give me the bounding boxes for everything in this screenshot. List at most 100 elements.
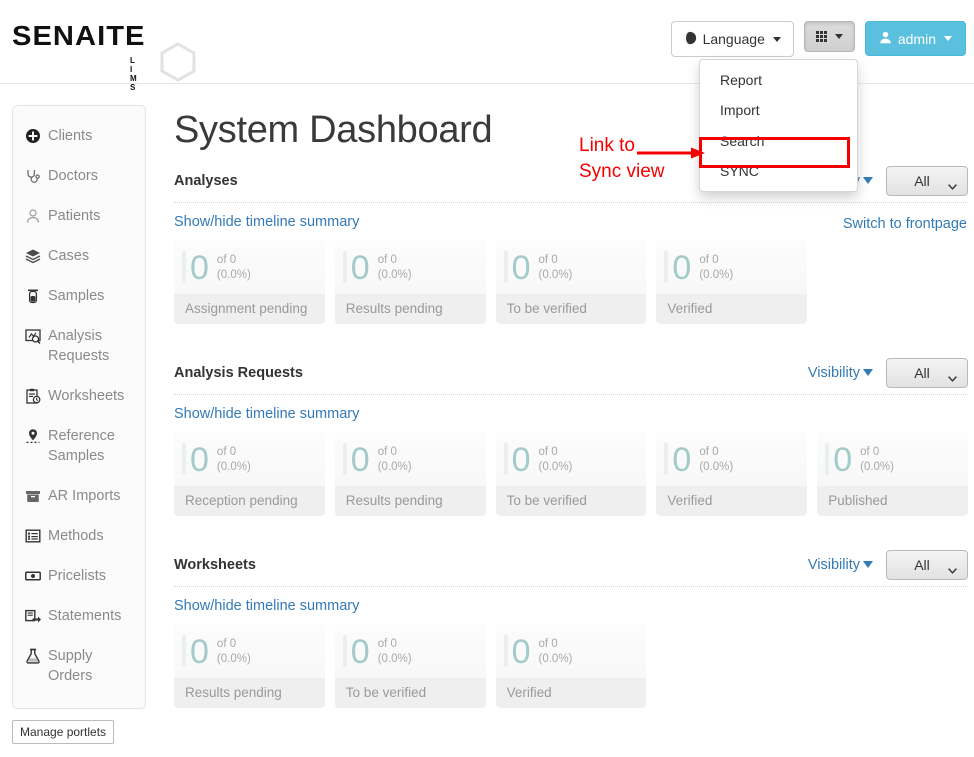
section-header: Worksheets Visibility All [174, 550, 968, 586]
period-filter-wrap: All [886, 358, 968, 388]
stat-card-of: of 0 [539, 445, 573, 460]
period-filter-select[interactable]: All [886, 166, 968, 196]
cards-row-spacer [817, 624, 968, 708]
sidebar-item-label: Samples [48, 286, 104, 306]
stat-card-body: 0 of 0 (0.0%) [174, 432, 325, 486]
sidebar-item-ar-imports[interactable]: AR Imports [13, 476, 145, 516]
menu-item-import[interactable]: Import [700, 95, 857, 125]
stat-card[interactable]: 0 of 0 (0.0%) To be verified [335, 624, 486, 708]
sidebar-item-label: Supply Orders [48, 646, 137, 686]
user-menu-button[interactable]: admin [865, 21, 966, 56]
stat-card[interactable]: 0 of 0 (0.0%) Results pending [335, 240, 486, 324]
sidebar-item-clients[interactable]: Clients [13, 116, 145, 156]
visibility-toggle[interactable]: Visibility [808, 365, 873, 381]
stat-card[interactable]: 0 of 0 (0.0%) Results pending [335, 432, 486, 516]
invoice-arrow-icon [25, 608, 41, 624]
stat-card-percent: (0.0%) [539, 268, 573, 283]
switch-to-frontpage-link[interactable]: Switch to frontpage [843, 216, 967, 232]
user-icon [25, 208, 41, 224]
stat-card-sub: of 0 (0.0%) [217, 637, 251, 667]
sidebar-item-samples[interactable]: Samples [13, 276, 145, 316]
stat-card-percent: (0.0%) [539, 652, 573, 667]
sidebar-item-pricelists[interactable]: Pricelists [13, 556, 145, 596]
stat-card-number: 0 [190, 251, 209, 285]
hexagon-icon [160, 42, 196, 82]
timeline-summary-link[interactable]: Show/hide timeline summary [174, 406, 359, 422]
period-filter-wrap: All [886, 166, 968, 196]
sidebar-item-patients[interactable]: Patients [13, 196, 145, 236]
sidebar-item-statements[interactable]: Statements [13, 596, 145, 636]
layers-icon [25, 248, 41, 264]
sidebar-item-worksheets[interactable]: Worksheets [13, 376, 145, 416]
period-filter-select[interactable]: All [886, 550, 968, 580]
stat-card-body: 0 of 0 (0.0%) [335, 240, 486, 294]
stat-card-label: Verified [656, 486, 807, 516]
stat-card[interactable]: 0 of 0 (0.0%) To be verified [496, 240, 647, 324]
sidebar-item-analysis-requests[interactable]: Analysis Requests [13, 316, 145, 376]
stat-card[interactable]: 0 of 0 (0.0%) Assignment pending [174, 240, 325, 324]
section-worksheets: Worksheets Visibility All [174, 550, 968, 708]
menu-item-sync[interactable]: SYNC [700, 156, 857, 186]
sidebar-item-cases[interactable]: Cases [13, 236, 145, 276]
stat-card[interactable]: 0 of 0 (0.0%) To be verified [496, 432, 647, 516]
user-icon [879, 31, 892, 46]
stat-card-percent: (0.0%) [378, 268, 412, 283]
stat-card-of: of 0 [699, 253, 733, 268]
stat-card-body: 0 of 0 (0.0%) [174, 624, 325, 678]
section-title: Analyses [174, 173, 238, 189]
stat-card[interactable]: 0 of 0 (0.0%) Results pending [174, 624, 325, 708]
annotation-label: Link to Sync view [579, 133, 665, 185]
navigation-portlet: Clients Doctors Patients Cases [12, 105, 146, 709]
stat-card[interactable]: 0 of 0 (0.0%) Published [817, 432, 968, 516]
stat-card-body: 0 of 0 (0.0%) [174, 240, 325, 294]
stat-card[interactable]: 0 of 0 (0.0%) Verified [656, 240, 807, 324]
visibility-label: Visibility [808, 557, 860, 573]
section-divider [174, 202, 968, 203]
stat-card-body: 0 of 0 (0.0%) [335, 432, 486, 486]
sidebar-item-doctors[interactable]: Doctors [13, 156, 145, 196]
section-analysis-requests: Analysis Requests Visibility All [174, 358, 968, 516]
period-filter-select[interactable]: All [886, 358, 968, 388]
stat-card[interactable]: 0 of 0 (0.0%) Verified [656, 432, 807, 516]
timeline-summary-link[interactable]: Show/hide timeline summary [174, 598, 359, 614]
sidebar-item-label: Worksheets [48, 386, 124, 406]
map-pin-icon [25, 428, 41, 444]
menu-item-search[interactable]: Search [700, 126, 857, 156]
stat-card-label: To be verified [335, 678, 486, 708]
stat-card-body: 0 of 0 (0.0%) [817, 432, 968, 486]
stat-card[interactable]: 0 of 0 (0.0%) Verified [496, 624, 647, 708]
apps-menu-button[interactable] [804, 21, 855, 52]
timeline-summary-link[interactable]: Show/hide timeline summary [174, 214, 359, 230]
stat-card-number: 0 [190, 635, 209, 669]
stat-card-body: 0 of 0 (0.0%) [656, 432, 807, 486]
visibility-toggle[interactable]: Visibility [808, 557, 873, 573]
stat-card[interactable]: 0 of 0 (0.0%) Reception pending [174, 432, 325, 516]
sidebar-item-methods[interactable]: Methods [13, 516, 145, 556]
cards-row-spacer [817, 240, 968, 324]
chevron-down-icon [863, 177, 873, 184]
section-title: Analysis Requests [174, 365, 303, 381]
manage-portlets-button[interactable]: Manage portlets [12, 720, 114, 744]
chevron-down-icon [863, 561, 873, 568]
language-button-label: Language [703, 32, 765, 46]
stat-card-percent: (0.0%) [217, 460, 251, 475]
stat-card-percent: (0.0%) [539, 460, 573, 475]
stat-card-number: 0 [351, 635, 370, 669]
cards-row: 0 of 0 (0.0%) Results pending 0 of 0 (0.… [174, 624, 968, 708]
stat-card-label: Results pending [335, 486, 486, 516]
language-button[interactable]: Language [671, 21, 794, 57]
stat-card-percent: (0.0%) [378, 460, 412, 475]
senaite-logo: SENAITE L I M S [12, 22, 140, 50]
sidebar-item-reference-samples[interactable]: Reference Samples [13, 416, 145, 476]
stat-card-of: of 0 [217, 637, 251, 652]
section-title: Worksheets [174, 557, 256, 573]
period-filter-wrap: All [886, 550, 968, 580]
grid-icon [816, 31, 827, 42]
sidebar-item-supply-orders[interactable]: Supply Orders [13, 636, 145, 696]
annotation-line-2: Sync view [579, 159, 665, 185]
clipboard-clock-icon [25, 388, 41, 404]
sidebar-item-label: Cases [48, 246, 89, 266]
stat-card-label: Results pending [174, 678, 325, 708]
menu-item-report[interactable]: Report [700, 65, 857, 95]
list-document-icon [25, 528, 41, 544]
